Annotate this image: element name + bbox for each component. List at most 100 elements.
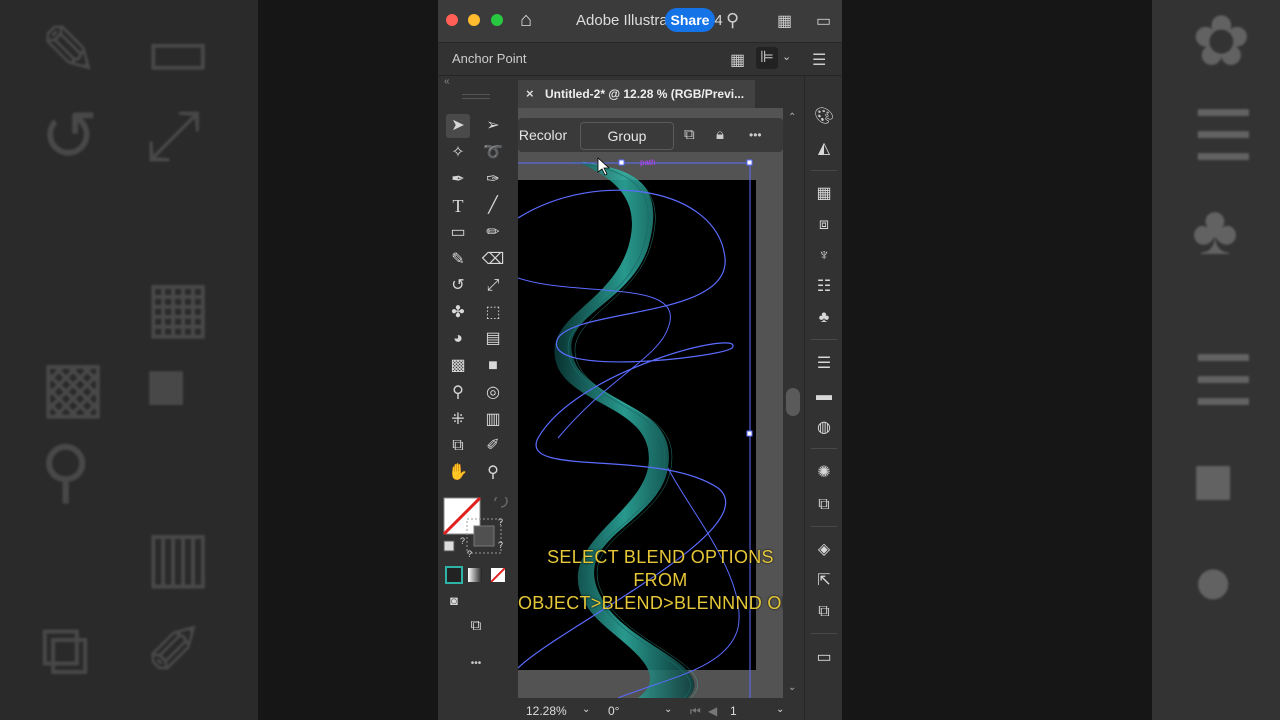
panel-separator [811, 633, 837, 634]
group-button[interactable]: Group [580, 122, 674, 150]
zoom-icon[interactable]: ⚲ [481, 461, 505, 485]
rotation-field[interactable]: 0° [608, 704, 619, 718]
first-artboard-icon[interactable]: ⏮ [690, 704, 701, 719]
rotate-icon[interactable]: ↺ [446, 274, 470, 298]
caption-line: SELECT BLEND OPTIONS [547, 547, 774, 567]
properties-icon[interactable]: ☷ [813, 276, 835, 298]
hand-icon[interactable]: ✋ [446, 461, 470, 485]
chevron-down-icon[interactable]: ⌄ [782, 50, 791, 63]
document-tab[interactable]: × Untitled-2* @ 12.28 % (RGB/Previ... [518, 80, 755, 108]
close-tab-icon[interactable]: × [526, 86, 534, 101]
vertical-scrollbar[interactable]: ⌃ ⌄ [783, 108, 803, 698]
column-graph-icon[interactable]: ▥ [481, 408, 505, 432]
scroll-down-icon[interactable]: ⌄ [788, 682, 796, 693]
gradient-mode-button[interactable] [468, 568, 482, 582]
search-icon[interactable]: ⚲ [726, 10, 739, 31]
type-icon[interactable]: T [446, 194, 470, 218]
draw-normal-icon[interactable]: ◙ [442, 589, 466, 613]
home-icon[interactable]: ⌂ [520, 9, 532, 32]
close-window-button[interactable] [446, 14, 458, 26]
canvas-area[interactable]: path Recolor Group ⧉ 🔒︎ ••• SELECT BLEND… [518, 108, 803, 698]
workspace-switcher-icon[interactable]: ▦ [777, 11, 792, 31]
perspective-grid-icon[interactable]: ▤ [481, 327, 505, 351]
fill-stroke-swatches[interactable] [442, 494, 515, 567]
align-grid-icon[interactable]: ▦ [730, 50, 745, 70]
mesh-icon: ▩ [40, 347, 107, 425]
eraser-icon[interactable]: ⌫ [481, 248, 505, 272]
chevron-down-icon[interactable]: ⌄ [582, 704, 590, 715]
gradient-icon: ■ [1192, 441, 1235, 519]
color-guide-icon: ✿ [1192, 2, 1251, 80]
gradient-icon[interactable]: ▬ [813, 385, 835, 407]
artboard-number-field[interactable]: 1 [730, 704, 737, 718]
scale-icon[interactable]: ⤢ [481, 274, 505, 298]
asset-export-icon[interactable]: ⧈ [813, 214, 835, 236]
scroll-up-icon[interactable]: ⌃ [788, 112, 796, 123]
scale-icon: ⤢ [145, 96, 201, 174]
stroke-icon[interactable]: ☰ [813, 353, 835, 375]
symbols-icon[interactable]: ♣ [813, 307, 835, 329]
duplicate-icon[interactable]: ⧉ [684, 126, 695, 143]
previous-artboard-icon[interactable]: ◀ [708, 704, 717, 718]
chevron-down-icon[interactable]: ⌄ [776, 704, 784, 715]
screen-mode-icon[interactable]: ⧉ [464, 614, 488, 638]
none-mode-button[interactable] [491, 568, 505, 582]
layers-icon[interactable]: ◈ [813, 539, 835, 561]
puppet-warp-icon[interactable]: ✤ [446, 301, 470, 325]
status-bar: 12.28% ⌄ 0° ⌄ ⏮ ◀ 1 ⌄ [518, 700, 803, 720]
gradient-icon[interactable]: ■ [481, 354, 505, 378]
align-panel-icon[interactable]: ⊫ [756, 47, 778, 69]
magic-wand-icon[interactable]: ✧ [446, 141, 470, 165]
lock-icon[interactable]: 🔒︎ [716, 126, 724, 143]
edit-toolbar-button[interactable]: ••• [464, 652, 488, 676]
shape-builder-icon[interactable]: ◕ [446, 327, 470, 351]
blend-icon[interactable]: ◎ [481, 381, 505, 405]
line-segment-icon[interactable]: ╱ [481, 194, 505, 218]
contextual-task-bar: Recolor Group ⧉ 🔒︎ ••• [518, 118, 783, 152]
selection-icon[interactable]: ➤ [446, 114, 470, 138]
tools-collapse-icon[interactable]: « [444, 76, 450, 90]
caption-line: OBJECT>BLEND>BLENNND OPTIONS [518, 593, 803, 613]
pen-icon[interactable]: ✒ [446, 168, 470, 192]
curvature-icon[interactable]: ✑ [481, 168, 505, 192]
appearance-icon[interactable]: ◭ [813, 138, 835, 160]
color-icon[interactable]: ✺ [813, 462, 835, 484]
transparency-icon[interactable]: ◍ [813, 417, 835, 439]
panel-menu-icon[interactable]: ☰ [812, 50, 826, 70]
export-icon[interactable]: ⇱ [813, 570, 835, 592]
arrange-documents-icon[interactable]: ▭ [816, 11, 831, 31]
stroke-icon: ☰ [1192, 342, 1255, 420]
scrollbar-thumb[interactable] [786, 388, 800, 416]
pencil-icon[interactable]: ✎ [446, 248, 470, 272]
minimize-window-button[interactable] [468, 14, 480, 26]
links-icon[interactable]: ⧉ [813, 601, 835, 623]
paintbrush-icon[interactable]: ✏ [481, 221, 505, 245]
brushes-icon[interactable]: ♆ [813, 245, 835, 267]
recolor-button[interactable]: Recolor [518, 122, 568, 148]
rectangle-icon[interactable]: ▭ [446, 221, 470, 245]
share-button[interactable]: Share [665, 8, 715, 32]
artboard-icon: ⧉ [40, 611, 90, 689]
background-shadow [842, 0, 1152, 720]
eyedropper-icon[interactable]: ⚲ [446, 381, 470, 405]
free-transform-icon[interactable]: ⬚ [481, 301, 505, 325]
more-options-icon[interactable]: ••• [749, 128, 762, 142]
zoom-level-field[interactable]: 12.28% [526, 704, 567, 718]
smart-guide-label: path [640, 158, 656, 167]
symbol-sprayer-icon[interactable]: ⁜ [446, 408, 470, 432]
artboards-icon[interactable]: ⧉ [813, 494, 835, 516]
libraries-icon[interactable]: ▦ [813, 183, 835, 205]
direct-selection-icon[interactable]: ➢ [481, 114, 505, 138]
panel-grip[interactable] [462, 94, 490, 99]
comments-icon[interactable]: ▭ [813, 647, 835, 669]
artboard-icon[interactable]: ⧉ [446, 434, 470, 458]
zoom-window-button[interactable] [491, 14, 503, 26]
slice-icon[interactable]: ✐ [481, 434, 505, 458]
tutorial-caption: SELECT BLEND OPTIONS FROM OBJECT>BLEND>B… [518, 546, 803, 615]
color-guide-icon[interactable]: 🎨︎ [813, 106, 835, 128]
chevron-down-icon[interactable]: ⌄ [664, 704, 672, 715]
mesh-icon[interactable]: ▩ [446, 354, 470, 378]
lasso-icon[interactable]: ➰ [481, 141, 505, 165]
fill-unknown-indicator: ? [460, 536, 466, 546]
color-mode-button[interactable] [445, 566, 463, 584]
